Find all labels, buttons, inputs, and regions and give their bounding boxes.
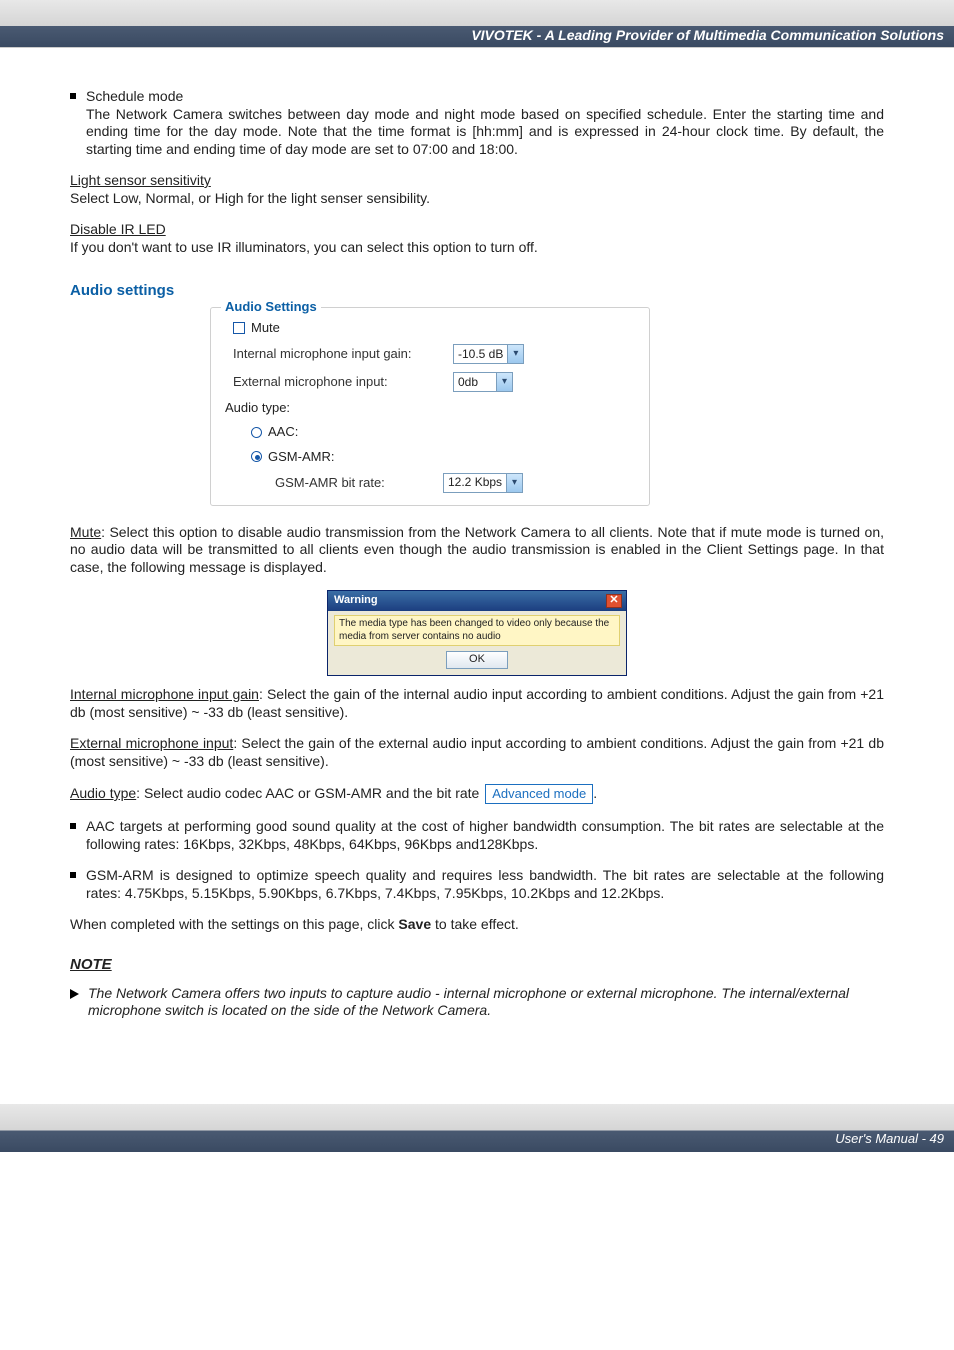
mute-head: Mute xyxy=(70,524,101,540)
aac-bullet: AAC targets at performing good sound qua… xyxy=(70,818,884,853)
gsm-label: GSM-AMR: xyxy=(268,449,334,465)
dialog-titlebar: Warning ✕ xyxy=(328,591,626,611)
schedule-body: The Network Camera switches between day … xyxy=(86,106,884,157)
int-gain-description: Internal microphone input gain: Select t… xyxy=(70,686,884,721)
header-title: VIVOTEK - A Leading Provider of Multimed… xyxy=(471,27,944,43)
advanced-mode-badge: Advanced mode xyxy=(485,784,593,804)
ext-input-description: External microphone input: Select the ga… xyxy=(70,735,884,770)
int-gain-label: Internal microphone input gain: xyxy=(233,346,453,362)
bullet-icon xyxy=(70,872,76,878)
save-text1: When completed with the settings on this… xyxy=(70,916,398,932)
page-content: Schedule mode The Network Camera switche… xyxy=(0,48,954,1064)
audio-type-row: Audio type: xyxy=(223,396,637,420)
save-note: When completed with the settings on this… xyxy=(70,916,884,934)
ir-body: If you don't want to use IR illuminators… xyxy=(70,239,538,255)
warning-dialog: Warning ✕ The media type has been change… xyxy=(327,590,627,676)
gsm-rate-select[interactable]: 12.2 Kbps ▾ xyxy=(443,473,523,493)
save-text2: to take effect. xyxy=(431,916,519,932)
aac-radio[interactable] xyxy=(251,427,262,438)
gsm-rate-label: GSM-AMR bit rate: xyxy=(275,475,443,491)
ir-heading: Disable IR LED xyxy=(70,221,166,237)
save-bold: Save xyxy=(398,916,431,932)
mute-label: Mute xyxy=(251,320,280,336)
mute-body: : Select this option to disable audio tr… xyxy=(70,524,884,575)
chevron-down-icon: ▾ xyxy=(506,474,522,492)
disable-ir-led: Disable IR LED If you don't want to use … xyxy=(70,221,884,256)
aac-row: AAC: xyxy=(223,420,637,444)
footer-text: User's Manual - 49 xyxy=(835,1131,944,1146)
int-gain-value: -10.5 dB xyxy=(454,347,507,362)
ext-input-row: External microphone input: 0db ▾ xyxy=(223,368,637,396)
audio-settings-panel: Audio Settings Mute Internal microphone … xyxy=(210,307,650,506)
ext-label: External microphone input: xyxy=(233,374,453,390)
int-gain-select[interactable]: -10.5 dB ▾ xyxy=(453,344,524,364)
mute-row: Mute xyxy=(223,316,637,340)
mute-description: Mute: Select this option to disable audi… xyxy=(70,524,884,577)
int-gain-row: Internal microphone input gain: -10.5 dB… xyxy=(223,340,637,368)
dialog-message: The media type has been changed to video… xyxy=(334,615,620,646)
ok-button[interactable]: OK xyxy=(446,651,508,669)
ext-value: 0db xyxy=(454,375,496,390)
chevron-down-icon: ▾ xyxy=(496,373,512,391)
panel-legend: Audio Settings xyxy=(221,299,321,315)
ext-head: External microphone input xyxy=(70,735,233,751)
gsm-radio[interactable] xyxy=(251,451,262,462)
type-body2: . xyxy=(593,785,597,801)
page-header: VIVOTEK - A Leading Provider of Multimed… xyxy=(0,0,954,48)
gsm-rate-row: GSM-AMR bit rate: 12.2 Kbps ▾ xyxy=(223,469,637,497)
light-body: Select Low, Normal, or High for the ligh… xyxy=(70,190,430,206)
schedule-label: Schedule mode xyxy=(86,88,183,104)
bullet-icon xyxy=(70,823,76,829)
dialog-button-row: OK xyxy=(334,651,620,669)
note-heading: NOTE xyxy=(70,956,884,975)
close-icon[interactable]: ✕ xyxy=(606,594,622,608)
aac-text: AAC targets at performing good sound qua… xyxy=(86,818,884,852)
int-head: Internal microphone input gain xyxy=(70,686,259,702)
light-heading: Light sensor sensitivity xyxy=(70,172,211,188)
chevron-down-icon: ▾ xyxy=(507,345,523,363)
ext-select[interactable]: 0db ▾ xyxy=(453,372,513,392)
audio-type-label: Audio type: xyxy=(225,400,290,416)
audio-settings-title: Audio settings xyxy=(70,282,884,301)
gsm-rate-value: 12.2 Kbps xyxy=(444,475,506,490)
light-sensitivity: Light sensor sensitivity Select Low, Nor… xyxy=(70,172,884,207)
dialog-title-text: Warning xyxy=(334,594,378,608)
note-body: The Network Camera offers two inputs to … xyxy=(70,985,884,1020)
audio-type-description: Audio type: Select audio codec AAC or GS… xyxy=(70,784,884,804)
page-footer: User's Manual - 49 xyxy=(0,1104,954,1152)
gsm-bullet: GSM-ARM is designed to optimize speech q… xyxy=(70,867,884,902)
aac-label: AAC: xyxy=(268,424,298,440)
dialog-body: The media type has been changed to video… xyxy=(328,611,626,675)
gsm-text: GSM-ARM is designed to optimize speech q… xyxy=(86,867,884,901)
bullet-icon xyxy=(70,93,76,99)
type-head: Audio type xyxy=(70,785,136,801)
gsm-row: GSM-AMR: xyxy=(223,445,637,469)
note-text: The Network Camera offers two inputs to … xyxy=(88,985,849,1019)
type-body1: : Select audio codec AAC or GSM-AMR and … xyxy=(136,785,479,801)
mute-checkbox[interactable] xyxy=(233,322,245,334)
schedule-mode: Schedule mode The Network Camera switche… xyxy=(70,88,884,158)
